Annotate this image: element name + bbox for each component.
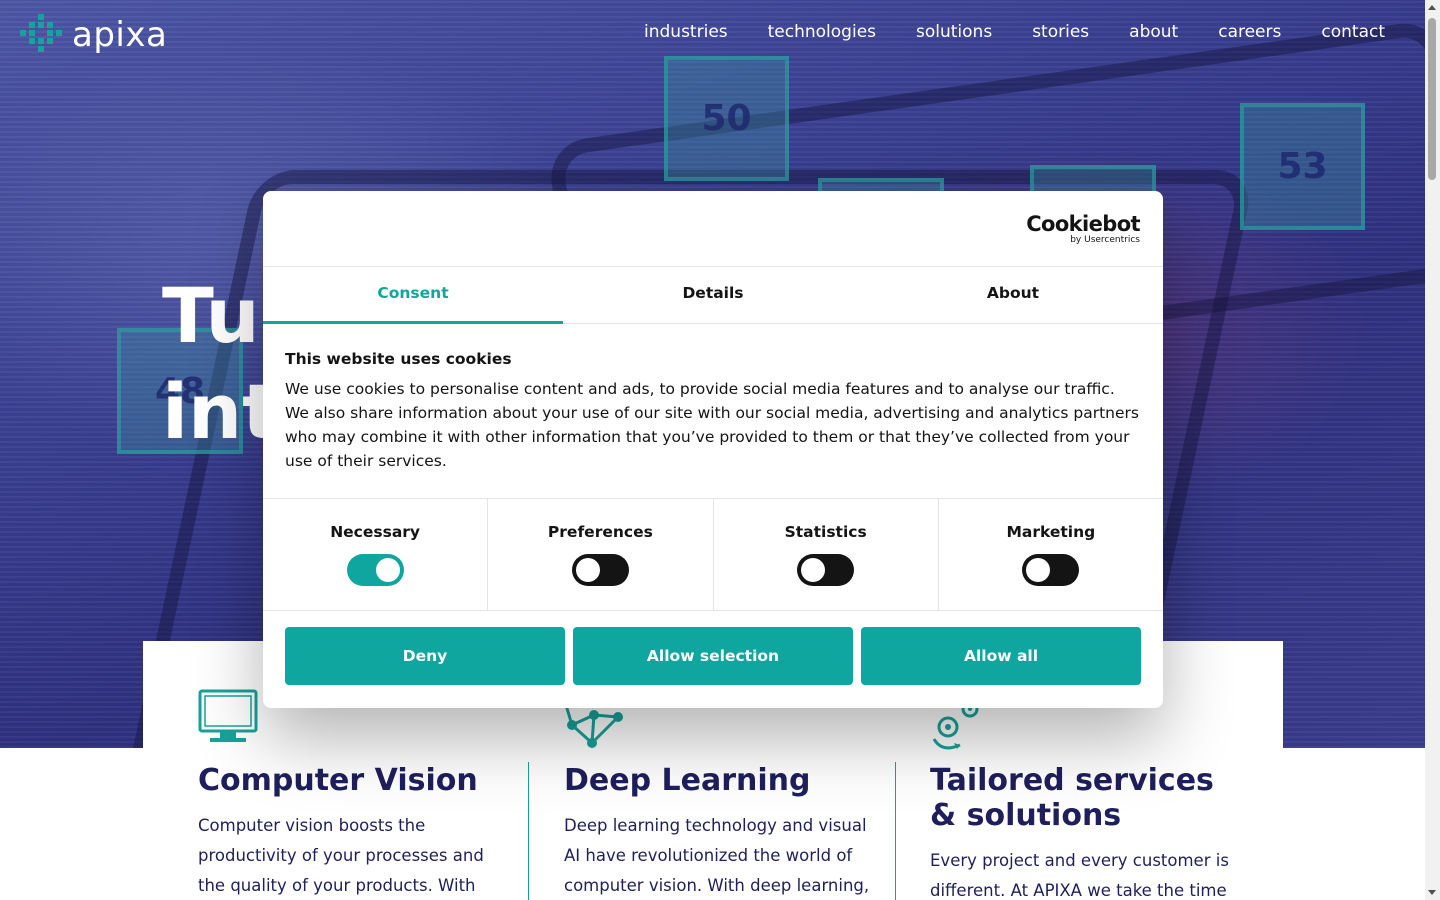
toggle-knob <box>801 558 826 582</box>
pref-label: Statistics <box>784 523 867 541</box>
nav-link-technologies[interactable]: technologies <box>768 22 876 42</box>
site-logo[interactable]: apixa <box>20 14 167 56</box>
card-text: Every project and every customer is diff… <box>930 851 1229 900</box>
scroll-up-icon[interactable] <box>1428 5 1436 10</box>
toggle-knob <box>575 558 600 582</box>
pref-label: Necessary <box>330 523 421 541</box>
pref-label: Marketing <box>1006 523 1096 541</box>
card-title: Tailored services & solutions <box>930 763 1214 833</box>
marketing-toggle[interactable] <box>1022 554 1080 586</box>
necessary-toggle[interactable] <box>346 554 404 586</box>
apixa-logo-icon <box>20 14 62 56</box>
card-divider <box>528 762 529 900</box>
consent-body: This website uses cookies We use cookies… <box>263 324 1163 499</box>
pref-preferences: Preferences <box>488 499 714 610</box>
statistics-toggle[interactable] <box>797 554 855 586</box>
nav-link-about[interactable]: about <box>1129 22 1178 42</box>
nav-link-contact[interactable]: contact <box>1321 22 1385 42</box>
pref-statistics: Statistics <box>714 499 939 610</box>
allow-all-button[interactable]: Allow all <box>861 627 1141 685</box>
pref-label: Preferences <box>547 523 653 541</box>
nav-link-industries[interactable]: industries <box>644 22 728 42</box>
allow-selection-button[interactable]: Allow selection <box>573 627 853 685</box>
scrollbar-thumb[interactable] <box>1428 18 1436 180</box>
toggle-knob <box>375 558 400 582</box>
dialog-tabs: Consent Details About <box>263 267 1163 324</box>
cookiebot-brand-sub: by Usercentrics <box>1070 235 1140 245</box>
cookie-consent-dialog: Cookiebot by Usercentrics Consent Detail… <box>263 191 1163 708</box>
hero-title: Tu int <box>162 271 279 456</box>
monitor-icon <box>198 689 258 742</box>
preferences-toggle[interactable] <box>571 554 629 586</box>
tab-about[interactable]: About <box>863 267 1163 323</box>
consent-text: We use cookies to personalise content an… <box>285 380 1139 470</box>
card-divider <box>895 762 896 900</box>
tab-details[interactable]: Details <box>563 267 863 323</box>
page-scrollbar[interactable] <box>1425 0 1440 900</box>
main-navigation: industries technologies solutions storie… <box>644 22 1385 42</box>
nav-link-stories[interactable]: stories <box>1032 22 1089 42</box>
card-text: Computer vision boosts the productivity … <box>198 816 484 895</box>
card-title: Computer Vision <box>198 763 478 798</box>
consent-actions: Deny Allow selection Allow all <box>263 611 1163 685</box>
pref-necessary: Necessary <box>263 499 489 610</box>
nav-link-careers[interactable]: careers <box>1218 22 1281 42</box>
cookie-preferences: Necessary Preferences Statistics Marketi… <box>263 499 1163 611</box>
card-text: Deep learning technology and visual AI h… <box>564 816 870 895</box>
tab-consent[interactable]: Consent <box>263 267 563 324</box>
pref-marketing: Marketing <box>939 499 1163 610</box>
detection-box: 50 <box>664 56 789 181</box>
cookiebot-brand: Cookiebot <box>1026 212 1140 236</box>
detection-box: 53 <box>1240 103 1365 230</box>
consent-heading: This website uses cookies <box>285 350 512 368</box>
deny-button[interactable]: Deny <box>285 627 565 685</box>
cookiebot-logo: Cookiebot by Usercentrics <box>1026 213 1140 245</box>
card-title: Deep Learning <box>564 763 811 798</box>
scroll-down-icon[interactable] <box>1428 890 1436 895</box>
toggle-knob <box>1026 558 1051 582</box>
nav-link-solutions[interactable]: solutions <box>916 22 992 42</box>
logo-text: apixa <box>72 15 168 55</box>
dialog-header: Cookiebot by Usercentrics <box>263 191 1163 267</box>
